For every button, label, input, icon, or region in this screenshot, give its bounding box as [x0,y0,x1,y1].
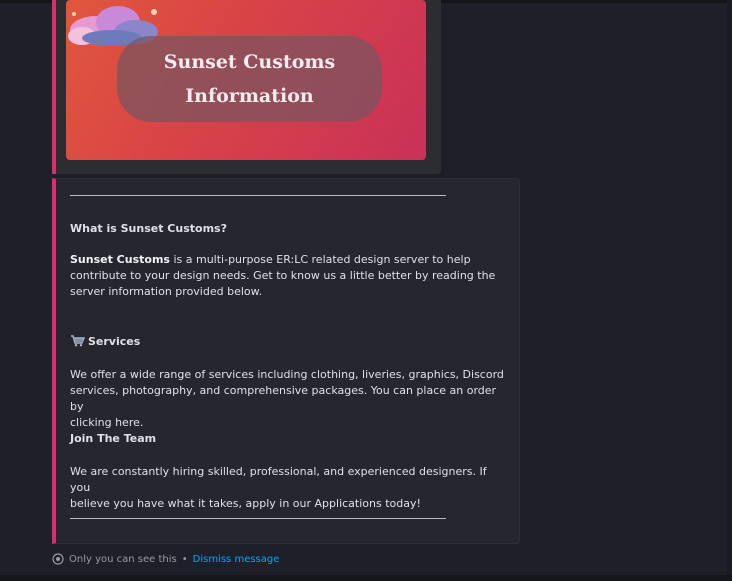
divider-top [70,195,446,196]
services-heading-text: Services [88,335,141,348]
about-line1: is a multi-purpose ER:LC related design … [169,253,471,266]
services-line1: We offer a wide range of services includ… [70,368,504,381]
info-embed: What is Sunset Customs? Sunset Customs i… [52,178,520,544]
divider-bottom [70,518,446,519]
banner-title: Sunset Customs Information [135,45,365,113]
bottom-edge [0,575,732,581]
shopping-cart-icon [71,335,85,347]
join-heading: Join The Team [70,432,157,445]
ephemeral-notice: Only you can see this [69,553,177,565]
banner-title-line1: Sunset Customs [163,51,336,73]
eye-icon [52,553,64,565]
banner-title-line2: Information [185,85,314,107]
about-paragraph: Sunset Customs is a multi-purpose ER:LC … [70,252,508,300]
about-line3: server information provided below. [70,285,263,298]
banner-image[interactable]: Sunset Customs Information [66,0,426,160]
about-bold-name: Sunset Customs [70,253,170,266]
dismiss-message-link[interactable]: Dismiss message [193,554,280,565]
banner-title-pill: Sunset Customs Information [117,36,382,122]
scrollbar-track[interactable] [727,0,732,581]
join-paragraph: We are constantly hiring skilled, profes… [70,464,508,512]
footer-separator: • [181,553,188,565]
services-line3: clicking here. [70,416,144,429]
join-line1: We are constantly hiring skilled, profes… [70,465,487,494]
ephemeral-footer: Only you can see this • Dismiss message [52,551,279,567]
join-line2: believe you have what it takes, apply in… [70,497,421,510]
about-line2: contribute to your design needs. Get to … [70,269,496,282]
services-line2: services, photography, and comprehensive… [70,384,497,413]
services-paragraph: We offer a wide range of services includ… [70,367,508,431]
services-heading: Services [70,334,508,350]
about-heading: What is Sunset Customs? [70,222,227,235]
banner-embed: Sunset Customs Information [52,0,441,174]
